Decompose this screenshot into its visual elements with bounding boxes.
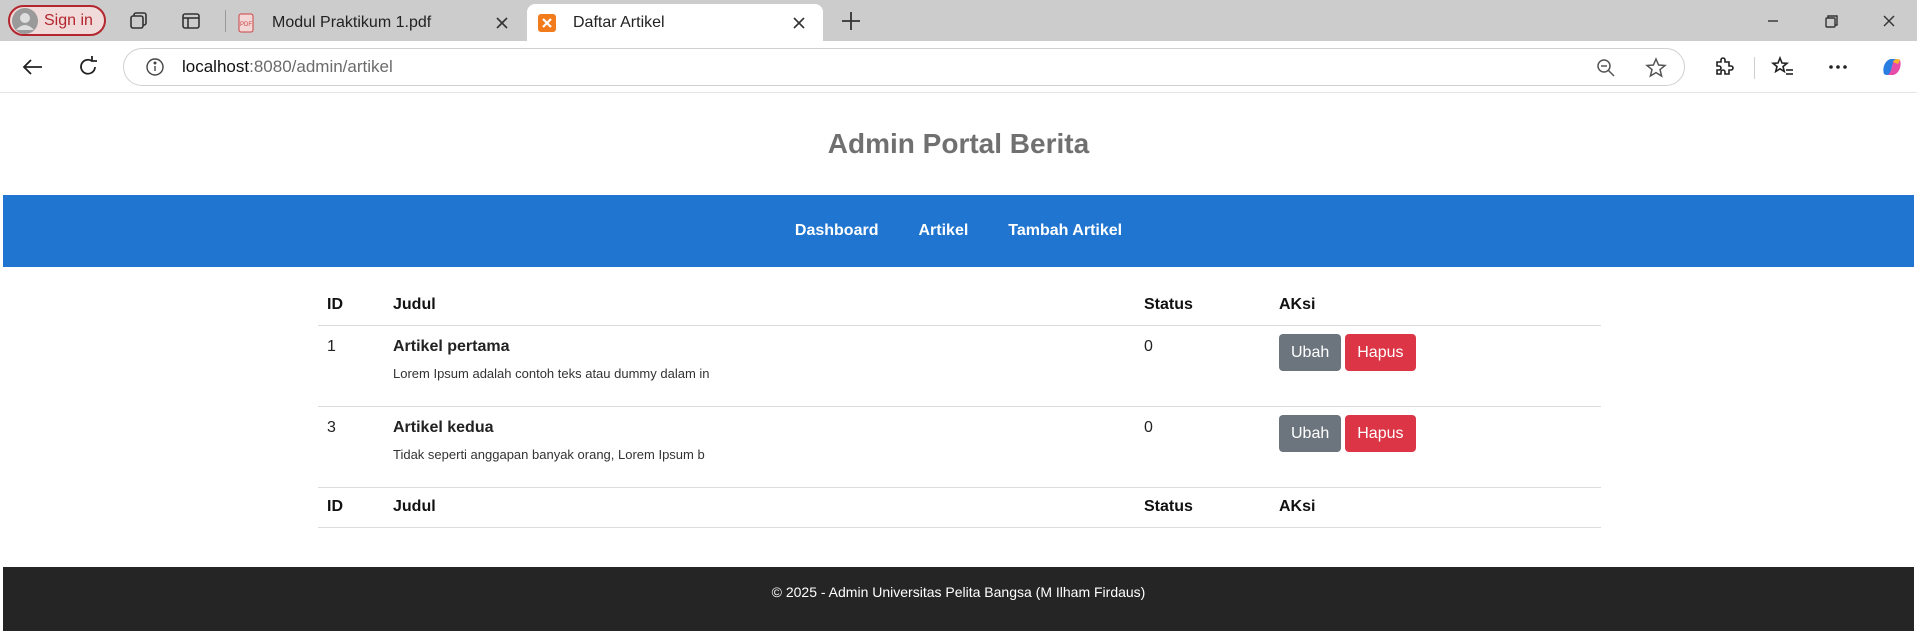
table-footer-row: ID Judul Status AKsi: [318, 487, 1601, 528]
article-title: Artikel pertama: [393, 337, 510, 355]
footer-aksi: AKsi: [1270, 487, 1601, 528]
article-table-container: ID Judul Status AKsi 1 Artikel pertama L…: [318, 285, 1601, 528]
minimize-icon[interactable]: [1760, 8, 1786, 34]
header-status: Status: [1135, 285, 1270, 326]
cell-id: 1: [318, 325, 384, 407]
close-window-icon[interactable]: [1876, 8, 1902, 34]
favorites-icon[interactable]: [1770, 54, 1796, 80]
svg-text:PDF: PDF: [240, 22, 252, 28]
footer-id: ID: [318, 487, 384, 528]
site-info-icon[interactable]: [144, 56, 166, 78]
zoom-out-icon[interactable]: [1594, 56, 1618, 80]
cell-judul: Artikel pertama Lorem Ipsum adalah conto…: [384, 325, 1135, 407]
xampp-icon: [538, 13, 556, 32]
url-host: localhost: [182, 57, 250, 76]
more-options-icon[interactable]: [1825, 54, 1851, 80]
site-footer: © 2025 - Admin Universitas Pelita Bangsa…: [3, 567, 1914, 631]
cell-judul: Artikel kedua Tidak seperti anggapan ban…: [384, 406, 1135, 488]
toolbar-separator: [1754, 57, 1755, 79]
article-title: Artikel kedua: [393, 418, 494, 436]
profile-avatar-icon: [12, 7, 38, 34]
cell-status: 0: [1135, 325, 1270, 407]
article-table: ID Judul Status AKsi 1 Artikel pertama L…: [318, 285, 1601, 528]
delete-button[interactable]: Hapus: [1345, 333, 1416, 371]
header-id: ID: [318, 285, 384, 326]
nav-artikel[interactable]: Artikel: [918, 222, 968, 240]
site-nav: Dashboard Artikel Tambah Artikel: [3, 195, 1914, 267]
cell-status: 0: [1135, 406, 1270, 488]
extensions-icon[interactable]: [1710, 54, 1736, 80]
browser-toolbar: localhost:8080/admin/artikel: [0, 41, 1917, 93]
edit-button[interactable]: Ubah: [1279, 414, 1342, 452]
cell-id: 3: [318, 406, 384, 488]
workspaces-icon[interactable]: [126, 8, 152, 34]
tab-title: Modul Praktikum 1.pdf: [272, 13, 432, 31]
close-tab-icon[interactable]: [492, 13, 512, 33]
favorite-star-icon[interactable]: [1644, 56, 1668, 80]
article-excerpt: Tidak seperti anggapan banyak orang, Lor…: [393, 446, 705, 462]
table-row: 3 Artikel kedua Tidak seperti anggapan b…: [318, 406, 1601, 488]
header-judul: Judul: [384, 285, 1135, 326]
nav-dashboard[interactable]: Dashboard: [795, 222, 879, 240]
address-bar[interactable]: localhost:8080/admin/artikel: [123, 48, 1685, 86]
footer-status: Status: [1135, 487, 1270, 528]
tab-modul-praktikum[interactable]: PDF Modul Praktikum 1.pdf: [226, 4, 526, 41]
nav-tambah-artikel[interactable]: Tambah Artikel: [1008, 222, 1122, 240]
sign-in-button[interactable]: Sign in: [8, 5, 106, 36]
site-title: Admin Portal Berita: [827, 128, 1090, 159]
cell-aksi: Ubah Hapus: [1270, 406, 1601, 488]
header-aksi: AKsi: [1270, 285, 1601, 326]
restore-icon[interactable]: [1818, 8, 1844, 34]
close-tab-icon[interactable]: [789, 13, 809, 33]
new-tab-icon[interactable]: [838, 8, 864, 34]
web-page: Admin Portal Berita Dashboard Artikel Ta…: [3, 94, 1914, 631]
url-path: :8080/admin/artikel: [249, 57, 393, 76]
article-excerpt: Lorem Ipsum adalah contoh teks atau dumm…: [393, 365, 710, 381]
footer-text: © 2025 - Admin Universitas Pelita Bangsa…: [771, 584, 1146, 600]
url-text[interactable]: localhost:8080/admin/artikel: [182, 57, 393, 77]
footer-judul: Judul: [384, 487, 1135, 528]
delete-button[interactable]: Hapus: [1345, 414, 1416, 452]
tab-daftar-artikel[interactable]: Daftar Artikel: [527, 4, 823, 41]
browser-tab-bar: Sign in PDF Modul Praktikum 1.pdf Daftar…: [0, 0, 1917, 41]
reload-icon[interactable]: [75, 54, 101, 80]
back-arrow-icon[interactable]: [20, 54, 46, 80]
edit-button[interactable]: Ubah: [1279, 333, 1342, 371]
table-row: 1 Artikel pertama Lorem Ipsum adalah con…: [318, 325, 1601, 407]
cell-aksi: Ubah Hapus: [1270, 325, 1601, 407]
sign-in-label: Sign in: [44, 11, 93, 29]
copilot-icon[interactable]: [1879, 54, 1905, 80]
tab-title: Daftar Artikel: [573, 13, 665, 31]
table-header-row: ID Judul Status AKsi: [318, 285, 1601, 326]
pdf-file-icon: PDF: [238, 13, 254, 32]
tab-actions-icon[interactable]: [178, 8, 204, 34]
